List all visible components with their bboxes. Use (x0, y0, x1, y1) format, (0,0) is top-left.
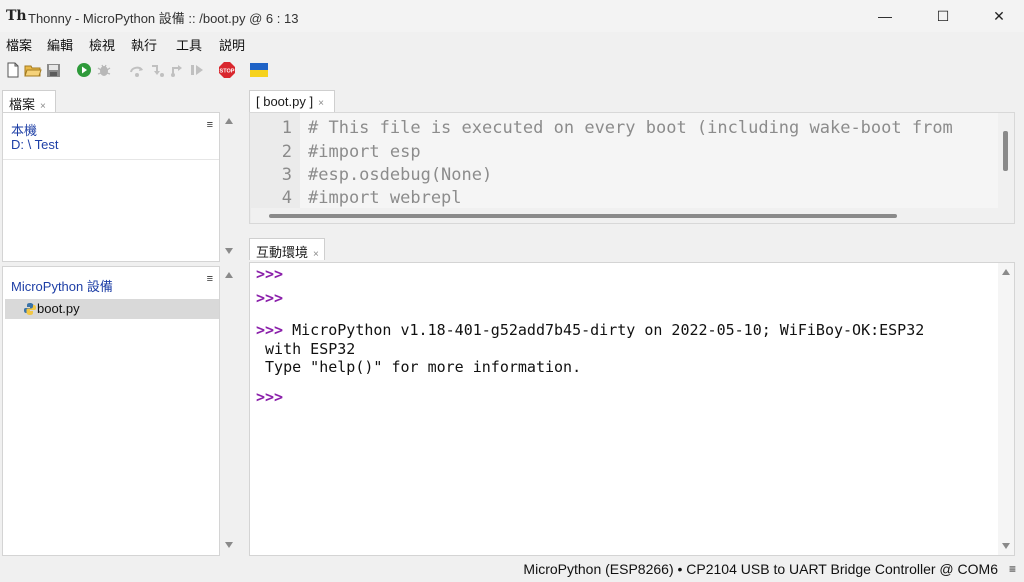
scroll-up-icon[interactable] (225, 272, 233, 278)
tab-shell-close-icon[interactable]: × (313, 249, 319, 260)
device-files-scrollbar[interactable] (221, 266, 237, 556)
menu-tools[interactable]: 工具 (176, 35, 202, 54)
device-files-pane: MicroPython 設備 ≡ boot.py (2, 266, 220, 556)
line-number: 2 (281, 142, 292, 162)
local-path[interactable]: D: \ Test (11, 137, 58, 152)
step-into-icon[interactable] (148, 61, 166, 79)
file-row[interactable]: boot.py (5, 299, 219, 319)
editor-horizontal-scrollbar[interactable] (251, 208, 1014, 223)
toolbar: STOP (0, 56, 1024, 84)
run-icon[interactable] (75, 61, 93, 79)
local-menu-icon[interactable]: ≡ (207, 119, 213, 131)
shell-line: Type "help()" for more information. (256, 358, 581, 376)
tab-boot-py-close-icon[interactable]: × (318, 98, 324, 109)
save-icon[interactable] (44, 61, 62, 79)
status-bar: MicroPython (ESP8266) • CP2104 USB to UA… (0, 558, 1024, 582)
menu-view[interactable]: 檢視 (89, 35, 115, 54)
tab-boot-py-label: [ boot.py ] (256, 94, 314, 109)
local-files-scrollbar[interactable] (221, 112, 237, 262)
menu-file[interactable]: 檔案 (6, 35, 32, 54)
menu-help[interactable]: 説明 (219, 35, 245, 54)
scroll-down-icon[interactable] (1002, 543, 1010, 549)
shell-output: MicroPython v1.18-401-g52add7b45-dirty o… (283, 321, 925, 339)
status-menu-icon[interactable]: ≡ (1009, 562, 1016, 576)
horizontal-scroll-thumb[interactable] (269, 214, 897, 218)
title-bar: Th Thonny - MicroPython 設備 :: /boot.py @… (0, 0, 1024, 32)
resume-icon[interactable] (188, 61, 206, 79)
python-file-icon (24, 303, 36, 315)
step-out-icon[interactable] (168, 61, 186, 79)
file-name: boot.py (37, 301, 80, 316)
shell-prompt: >>> (256, 289, 284, 307)
menu-edit[interactable]: 編輯 (47, 35, 73, 54)
shell-prompt: >>> (256, 265, 284, 283)
scroll-down-icon[interactable] (225, 248, 233, 254)
thonny-app-icon: Th (6, 8, 27, 24)
shell-line: >>> (256, 265, 283, 283)
ukraine-flag-icon[interactable] (250, 61, 268, 79)
shell-console[interactable]: >>> >>> >>> MicroPython v1.18-401-g52add… (249, 262, 1015, 556)
line-number: 4 (281, 188, 292, 208)
minimize-button[interactable]: — (862, 0, 908, 32)
shell-line: >>> MicroPython v1.18-401-g52add7b45-dir… (256, 321, 924, 339)
stop-label: STOP (220, 69, 235, 75)
shell-line: with ESP32 (256, 340, 355, 358)
shell-prompt: >>> (256, 388, 284, 406)
line-number: 3 (281, 165, 292, 185)
open-folder-icon[interactable] (24, 61, 42, 79)
step-over-icon[interactable] (128, 61, 146, 79)
shell-scrollbar[interactable] (998, 263, 1014, 555)
maximize-button[interactable]: ☐ (920, 0, 966, 32)
shell-output: Type "help()" for more information. (256, 358, 582, 376)
editor-vertical-scrollbar[interactable] (998, 113, 1014, 208)
tab-files-label: 檔案 (9, 97, 36, 112)
menu-run[interactable]: 執行 (131, 35, 157, 54)
local-separator (3, 159, 219, 160)
code-text[interactable]: #esp.osdebug(None) (308, 165, 492, 185)
tab-boot-py[interactable]: [ boot.py ] × (249, 90, 335, 112)
menu-bar: 檔案 編輯 檢視 執行 工具 説明 (0, 32, 1024, 54)
local-files-pane: 本機 D: \ Test ≡ (2, 112, 220, 262)
tab-files-close-icon[interactable]: × (40, 101, 46, 112)
shell-input-line[interactable]: >>> (256, 388, 283, 406)
stop-icon[interactable]: STOP (218, 61, 236, 79)
tab-shell-label: 互動環境 (256, 245, 309, 260)
vertical-scroll-thumb[interactable] (1003, 131, 1008, 171)
code-text[interactable]: # This file is executed on every boot (i… (308, 118, 953, 138)
scroll-up-icon[interactable] (1002, 269, 1010, 275)
debug-icon[interactable] (95, 61, 113, 79)
scroll-up-icon[interactable] (225, 118, 233, 124)
line-number: 1 (281, 118, 292, 138)
close-button[interactable]: ✕ (976, 0, 1022, 32)
tab-files[interactable]: 檔案 × (2, 90, 56, 112)
new-file-icon[interactable] (4, 61, 22, 79)
scroll-down-icon[interactable] (225, 542, 233, 548)
tab-shell[interactable]: 互動環境 × (249, 238, 325, 260)
window-title: Thonny - MicroPython 設備 :: /boot.py @ 6 … (28, 11, 299, 26)
shell-output: with ESP32 (256, 340, 356, 358)
shell-prompt: >>> (256, 321, 284, 339)
device-menu-icon[interactable]: ≡ (207, 273, 213, 285)
code-line: 1 # This file is executed on every boot (… (250, 118, 1010, 141)
interpreter-status[interactable]: MicroPython (ESP8266) • CP2104 USB to UA… (523, 561, 998, 577)
code-text[interactable]: #import esp (308, 142, 421, 162)
code-line: 2 #import esp (250, 142, 1010, 165)
device-title: MicroPython 設備 (11, 279, 113, 294)
code-text[interactable]: #import webrepl (308, 188, 462, 208)
code-editor[interactable]: 1 # This file is executed on every boot (… (249, 112, 1015, 224)
code-line: 3 #esp.osdebug(None) (250, 165, 1010, 188)
shell-line: >>> (256, 289, 283, 307)
